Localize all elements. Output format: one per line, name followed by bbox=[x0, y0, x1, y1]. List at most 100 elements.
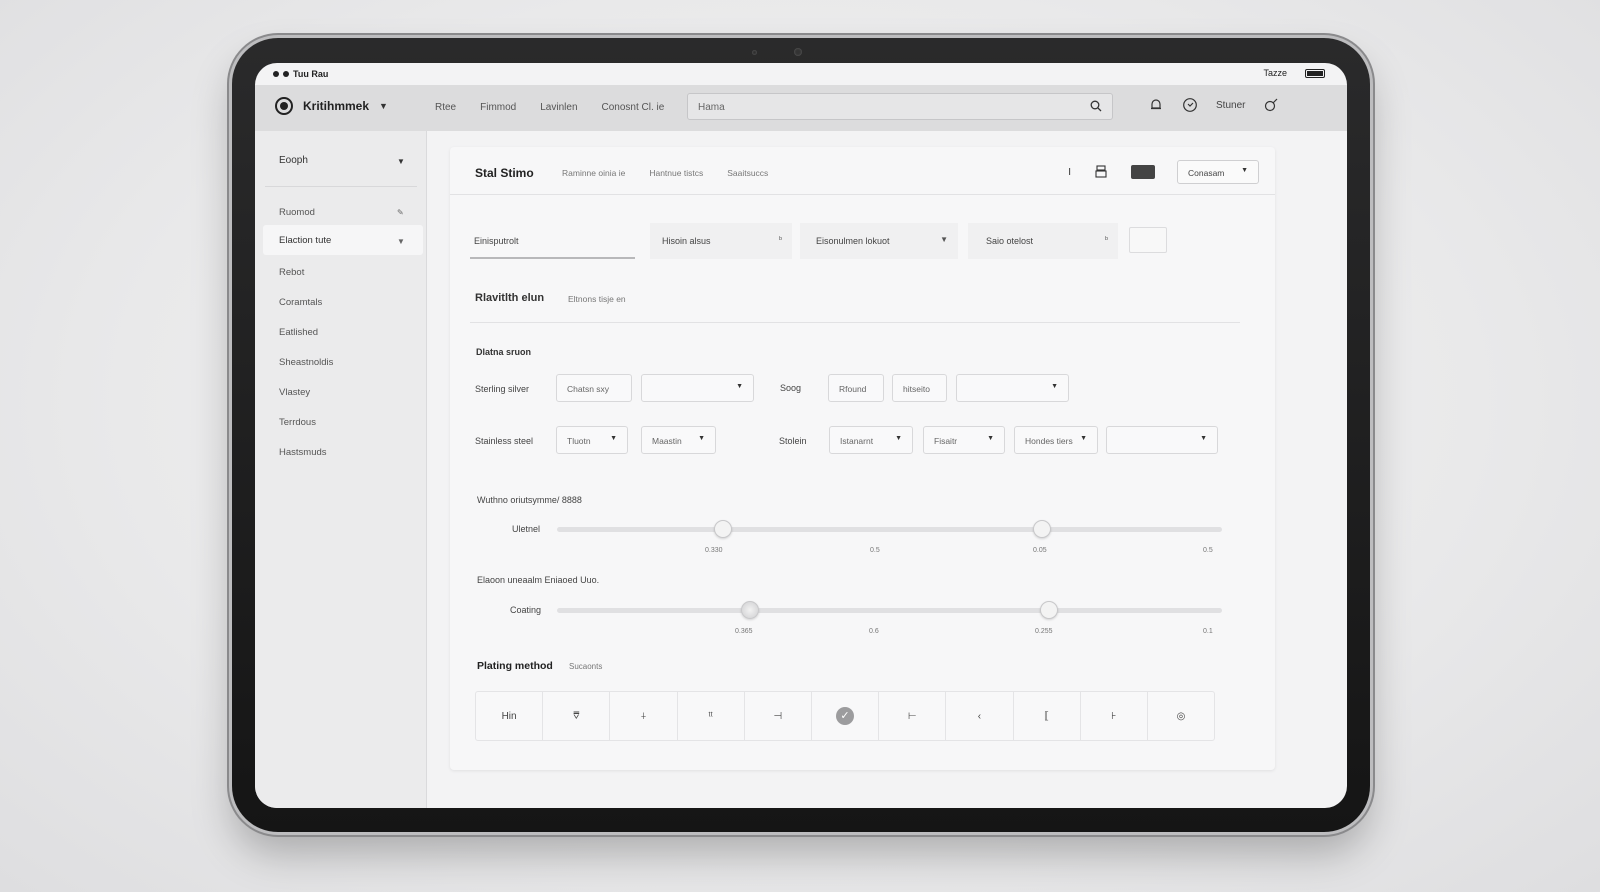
sensor-dot bbox=[752, 50, 757, 55]
slider-tick-label: 0.365 bbox=[735, 628, 753, 635]
filter-field[interactable]: Saio otelost ᵇ bbox=[968, 223, 1118, 259]
screen: Tuu Rau Tazze Kritihmmek ▼ Rtee Fimmod L… bbox=[255, 63, 1347, 808]
slider-thumb[interactable] bbox=[740, 601, 759, 619]
filter-label: Saio otelost bbox=[986, 236, 1034, 246]
slider-thumb[interactable] bbox=[714, 520, 733, 538]
sidebar-item[interactable]: Coramtals bbox=[279, 297, 322, 308]
plating-option[interactable]: ‹ bbox=[946, 692, 1014, 740]
plating-option[interactable]: ⊦ bbox=[1081, 692, 1148, 740]
sidebar-item[interactable]: Terrdous bbox=[279, 417, 316, 428]
brand-menu[interactable]: Kritihmmek ▼ bbox=[275, 97, 388, 115]
status-right: Tazze bbox=[1263, 68, 1325, 78]
search-icon[interactable] bbox=[1090, 100, 1102, 112]
nav-links: Rtee Fimmod Lavinlen Conosnt Cl. ie bbox=[435, 102, 664, 113]
plating-option[interactable]: ⟦ bbox=[1014, 692, 1081, 740]
field-value: Tluotn bbox=[567, 436, 591, 446]
color-swatch[interactable] bbox=[1131, 165, 1155, 179]
slider-label: Uletnel bbox=[512, 524, 541, 534]
chevron-down-icon[interactable]: ▼ bbox=[397, 237, 405, 246]
plating-option[interactable]: ⊢ bbox=[879, 692, 947, 740]
material-field[interactable]: Chatsn sxy bbox=[556, 374, 632, 402]
sidebar-item[interactable]: Vlastey bbox=[279, 387, 310, 398]
material-chip[interactable]: Rfound bbox=[828, 374, 884, 402]
material-dropdown[interactable]: Fisaitr ▼ bbox=[923, 426, 1005, 454]
edit-icon[interactable]: ✎ bbox=[397, 208, 404, 217]
sidebar-item[interactable]: Rebot bbox=[279, 267, 304, 278]
card-tab[interactable]: Raminne oinia ie bbox=[562, 168, 625, 178]
material-dropdown[interactable]: Hondes tiers ▼ bbox=[1014, 426, 1098, 454]
field-value: Hondes tiers bbox=[1025, 436, 1073, 446]
slider-heading: Elaoon uneaalm Eniaoed Uuo. bbox=[477, 575, 600, 585]
material-dropdown[interactable]: ▼ bbox=[956, 374, 1069, 402]
sidebar-item-label: Elaction tute bbox=[279, 235, 332, 246]
filter-toggle-box[interactable] bbox=[1129, 227, 1167, 253]
material-dropdown[interactable]: Istanarnt ▼ bbox=[829, 426, 913, 454]
top-navigation: Kritihmmek ▼ Rtee Fimmod Lavinlen Conosn… bbox=[255, 85, 1347, 131]
plating-option-label: ⍭ bbox=[640, 710, 647, 722]
filter-label: Eisonulmen lokuot bbox=[816, 236, 890, 246]
plating-option[interactable]: ⍭ bbox=[610, 692, 678, 740]
help-icon[interactable] bbox=[1182, 97, 1198, 113]
slider-thumb[interactable] bbox=[1040, 601, 1059, 619]
print-icon[interactable] bbox=[1093, 164, 1109, 180]
front-camera bbox=[794, 48, 802, 56]
material-dropdown[interactable]: Maastin ▼ bbox=[641, 426, 716, 454]
filter-dropdown[interactable]: Eisonulmen lokuot ▼ bbox=[800, 223, 958, 259]
plating-option-label: ⩢ bbox=[573, 710, 580, 722]
sidebar-item[interactable]: Hastsmuds bbox=[279, 447, 327, 458]
sidebar-item[interactable]: Ruomod bbox=[279, 207, 315, 218]
material-label: Sterling silver bbox=[475, 384, 530, 394]
card-title: Stal Stimo bbox=[475, 166, 534, 180]
search-input[interactable]: Hama bbox=[687, 93, 1113, 120]
plating-option[interactable]: Hin bbox=[476, 692, 544, 740]
plating-option-label: ⊦ bbox=[1111, 710, 1117, 722]
text-cursor-icon[interactable]: I bbox=[1068, 167, 1071, 178]
sidebar-item[interactable]: Sheastnoldis bbox=[279, 357, 333, 368]
plating-option[interactable]: ⩢ bbox=[543, 692, 611, 740]
plating-option[interactable]: ✓ bbox=[812, 692, 880, 740]
nav-link[interactable]: Rtee bbox=[435, 102, 456, 113]
plating-option[interactable]: ⊣ bbox=[745, 692, 812, 740]
slider-heading: Wuthno oriutsymme/ 8888 bbox=[477, 495, 582, 505]
card-tab[interactable]: Saaitsuccs bbox=[727, 168, 768, 178]
plating-option[interactable]: ᵗᵗ bbox=[678, 692, 745, 740]
nav-link[interactable]: Fimmod bbox=[480, 102, 516, 113]
slider-thumb[interactable] bbox=[1033, 520, 1052, 538]
main-card: Stal Stimo Raminne oinia ie Hantnue tist… bbox=[450, 147, 1275, 770]
sidebar-header[interactable]: Eooph bbox=[279, 155, 308, 166]
slider-track[interactable] bbox=[557, 608, 1222, 613]
sidebar-divider bbox=[265, 186, 417, 187]
material-dropdown[interactable]: Tluotn ▼ bbox=[556, 426, 628, 454]
plating-option[interactable]: ◎ bbox=[1148, 692, 1214, 740]
nav-link[interactable]: Conosnt Cl. ie bbox=[602, 102, 665, 113]
bell-icon[interactable] bbox=[1148, 97, 1164, 113]
chevron-down-icon[interactable]: ▼ bbox=[397, 157, 405, 166]
slider-track[interactable] bbox=[557, 527, 1222, 532]
chevron-down-icon: ▼ bbox=[1200, 435, 1207, 442]
settings-icon[interactable] bbox=[1263, 97, 1279, 113]
chevron-down-icon: ▼ bbox=[987, 435, 994, 442]
sidebar-item[interactable]: Eatlished bbox=[279, 327, 318, 338]
card-tab[interactable]: Hantnue tistcs bbox=[649, 168, 703, 178]
user-name[interactable]: Stuner bbox=[1216, 100, 1245, 111]
filter-field[interactable]: Einisputrolt bbox=[470, 223, 635, 259]
status-bar: Tuu Rau Tazze bbox=[255, 63, 1347, 85]
material-dropdown[interactable]: ▼ bbox=[1106, 426, 1218, 454]
sort-icon: ᵇ bbox=[1104, 235, 1108, 244]
header-dropdown-button[interactable]: Conasam ▼ bbox=[1177, 160, 1259, 184]
plating-option-label: ⊢ bbox=[907, 710, 917, 722]
material-chip[interactable]: hitseito bbox=[892, 374, 947, 402]
sidebar: Eooph ▼ Ruomod ✎ Elaction tute ▼ Rebot C… bbox=[255, 131, 427, 808]
filter-label: Einisputrolt bbox=[474, 236, 519, 246]
material-dropdown[interactable]: ▼ bbox=[641, 374, 754, 402]
logo-icon bbox=[275, 97, 293, 115]
plating-option-label: ◎ bbox=[1176, 710, 1186, 722]
card-header: Stal Stimo Raminne oinia ie Hantnue tist… bbox=[450, 147, 1275, 195]
filter-label: Hisoin alsus bbox=[662, 236, 711, 246]
filter-field[interactable]: Hisoin alsus ᵇ bbox=[650, 223, 792, 259]
material-label: Stolein bbox=[779, 436, 807, 446]
chevron-down-icon: ▼ bbox=[1241, 167, 1248, 174]
nav-link[interactable]: Lavinlen bbox=[540, 102, 577, 113]
field-value: Chatsn sxy bbox=[567, 384, 610, 394]
chevron-down-icon: ▼ bbox=[379, 101, 388, 111]
